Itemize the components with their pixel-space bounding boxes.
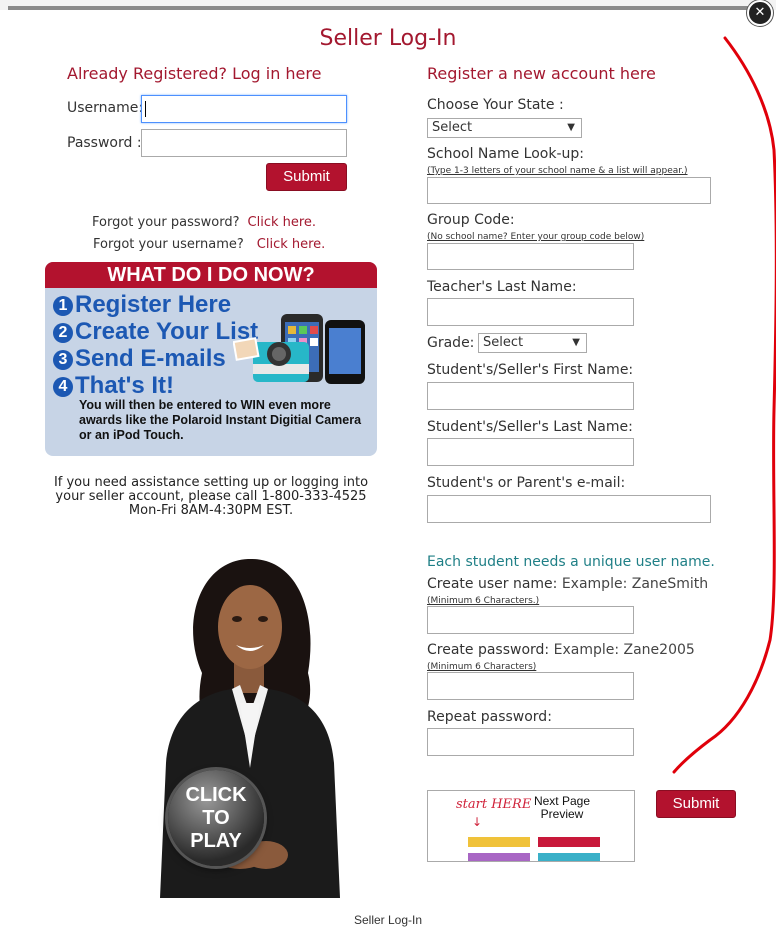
arrow-down-icon: ↓ — [472, 815, 483, 829]
register-submit-button[interactable]: Submit — [656, 790, 736, 818]
password-label: Password : — [67, 135, 142, 151]
state-label: Choose Your State : — [427, 97, 564, 113]
login-heading: Already Registered? Log in here — [67, 64, 322, 83]
create-password-label: Create password: — [427, 642, 550, 658]
create-password-row: Create password: Example: Zane2005 — [427, 642, 695, 658]
forgot-password-text: Forgot your password? — [92, 215, 240, 230]
forgot-username-text: Forgot your username? — [93, 237, 244, 252]
promo-step-3: 3 Send E-mails — [53, 345, 226, 373]
school-label: School Name Look-up: — [427, 146, 585, 162]
chevron-down-icon: ▼ — [572, 337, 580, 348]
click-to-play-button[interactable]: CLICK TO PLAY — [168, 770, 264, 866]
what-do-i-do-now-banner[interactable]: WHAT DO I DO NOW? 1 Register Here 2 Create… — [45, 262, 377, 456]
preview-title: Next Page Preview — [533, 794, 591, 821]
create-username-label: Create user name: — [427, 576, 558, 592]
preview-block — [538, 853, 600, 861]
assistance-text: If you need assistance setting up or log… — [53, 475, 369, 518]
first-name-input[interactable] — [427, 382, 634, 410]
preview-block — [538, 837, 600, 847]
forgot-username-link[interactable]: Click here. — [257, 237, 326, 252]
last-name-label: Student's/Seller's Last Name: — [427, 419, 633, 435]
group-code-input[interactable] — [427, 243, 634, 270]
register-heading: Register a new account here — [427, 64, 656, 83]
next-page-preview[interactable]: start HERE ↓ Next Page Preview — [427, 790, 635, 862]
chevron-down-icon: ▼ — [567, 122, 575, 133]
teacher-last-name-input[interactable] — [427, 298, 634, 326]
forgot-password-link[interactable]: Click here. — [248, 215, 317, 230]
promo-description: You will then be entered to WIN even mor… — [79, 398, 362, 442]
modal-top-border — [8, 6, 768, 10]
close-icon[interactable]: ✕ — [747, 0, 773, 26]
footer-text: Seller Log-In — [353, 913, 423, 927]
forgot-password-row: Forgot your password? Click here. — [92, 215, 316, 230]
play-line-1: CLICK — [185, 784, 247, 806]
first-name-label: Student's/Seller's First Name: — [427, 362, 634, 378]
promo-step-2: 2 Create Your List — [53, 318, 258, 346]
repeat-password-input[interactable] — [427, 728, 634, 756]
play-line-2: TO — [202, 807, 230, 829]
teacher-label: Teacher's Last Name: — [427, 279, 577, 295]
login-submit-button[interactable]: Submit — [266, 163, 347, 191]
email-label: Student's or Parent's e-mail: — [427, 475, 626, 491]
red-annotation-stroke — [672, 36, 776, 774]
group-code-label: Group Code: — [427, 212, 515, 228]
promo-heading: WHAT DO I DO NOW? — [45, 262, 377, 288]
login-username-input[interactable] — [141, 95, 347, 123]
promo-step-4: 4 That's It! — [53, 372, 174, 400]
preview-block — [468, 837, 530, 847]
grade-select[interactable]: Select ▼ — [478, 333, 587, 353]
text-cursor — [145, 101, 146, 117]
state-select[interactable]: Select ▼ — [427, 118, 582, 138]
promo-step-1: 1 Register Here — [53, 291, 231, 319]
preview-start-here: start HERE — [456, 797, 532, 812]
password-min-note: (Minimum 6 Characters) — [427, 662, 537, 672]
username-min-note: (Minimum 6 Characters.) — [427, 596, 540, 606]
login-password-input[interactable] — [141, 129, 347, 157]
play-line-3: PLAY — [190, 830, 242, 852]
create-username-input[interactable] — [427, 606, 634, 634]
username-label: Username: — [67, 100, 144, 116]
repeat-password-label: Repeat password: — [427, 709, 552, 725]
school-note: (Type 1-3 letters of your school name & … — [427, 166, 688, 176]
forgot-username-row: Forgot your username? Click here. — [93, 237, 325, 252]
group-code-note: (No school name? Enter your group code b… — [427, 232, 645, 242]
create-password-input[interactable] — [427, 672, 634, 700]
grade-label: Grade: — [427, 335, 475, 351]
last-name-input[interactable] — [427, 438, 634, 466]
preview-block — [468, 853, 530, 861]
camera-and-ipod-image — [233, 314, 365, 384]
